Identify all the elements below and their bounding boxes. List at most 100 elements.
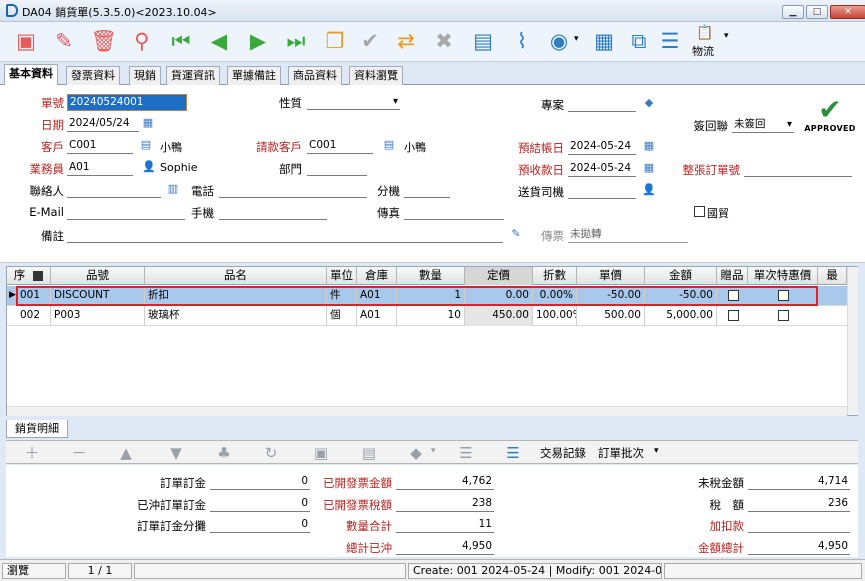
add-row-icon[interactable]: ＋ xyxy=(22,443,42,463)
gift-checkbox[interactable] xyxy=(728,310,739,321)
cell-unit: 個 xyxy=(327,306,357,326)
paste-icon[interactable]: ▤ xyxy=(359,443,379,463)
tab-sales-detail[interactable]: 銷貨明細 xyxy=(6,420,68,438)
attachment-icon[interactable]: ⌇ xyxy=(508,27,536,55)
header-qty[interactable]: 數量 xyxy=(397,267,465,285)
new-document-icon[interactable]: ▣ xyxy=(12,27,40,55)
header-seq[interactable]: 序 xyxy=(7,267,51,285)
salesperson-code-field[interactable]: A01 xyxy=(67,160,133,176)
department-field[interactable] xyxy=(307,160,367,176)
cancel-x-icon[interactable]: ✖ xyxy=(430,27,458,55)
collect-calendar-icon[interactable]: ▦ xyxy=(642,161,656,175)
tab-document-notes[interactable]: 單據備註 xyxy=(227,66,281,85)
tab-shipping[interactable]: 貨運資訊 xyxy=(166,66,220,85)
tab-cash-sale[interactable]: 現銷 xyxy=(129,66,161,85)
order-no-field[interactable]: 20240524001 xyxy=(67,94,187,111)
header-max[interactable]: 最 xyxy=(818,267,847,285)
horizontal-scrollbar[interactable] xyxy=(7,406,847,416)
main-tabs: 基本資料 發票資料 現銷 貨運資訊 單據備註 商品資料 資料瀏覽 xyxy=(0,64,865,86)
tab-invoice[interactable]: 發票資料 xyxy=(66,66,120,85)
edit-pencil-icon[interactable]: ✎ xyxy=(50,27,78,55)
tab-browse[interactable]: 資料瀏覽 xyxy=(349,66,403,85)
previous-record-icon[interactable]: ◀ xyxy=(205,27,233,55)
header-warehouse[interactable]: 倉庫 xyxy=(357,267,397,285)
header-unit-price[interactable]: 單價 xyxy=(577,267,645,285)
history-list-icon[interactable]: ☰ xyxy=(503,443,523,463)
calendar-icon[interactable]: ▦ xyxy=(141,116,155,130)
maximize-button[interactable]: □ xyxy=(806,5,828,19)
special-price-checkbox[interactable] xyxy=(778,310,789,321)
logistics-button[interactable]: 📋 物流 ▾ xyxy=(692,25,732,59)
mobile-field[interactable] xyxy=(219,204,327,220)
table-row[interactable]: 002 P003 玻璃杯 個 A01 10 450.00 100.00% 500… xyxy=(7,306,847,326)
date-field[interactable]: 2024/05/24 xyxy=(67,116,139,132)
remove-row-icon[interactable]: － xyxy=(69,443,89,463)
edit-note-icon[interactable]: ✎ xyxy=(509,227,523,241)
header-name[interactable]: 品名 xyxy=(145,267,327,285)
next-record-icon[interactable]: ▶ xyxy=(244,27,272,55)
move-down-icon[interactable]: ▼ xyxy=(166,443,186,463)
view-dropdown-chevron-icon[interactable]: ▾ xyxy=(574,34,579,44)
batch-label[interactable]: 訂單批次 xyxy=(598,445,644,461)
tag-dropdown-icon[interactable]: ▾ xyxy=(431,446,436,456)
driver-person-icon[interactable]: 👤 xyxy=(642,183,656,197)
header-gift[interactable]: 贈品 xyxy=(717,267,748,285)
delete-trash-icon[interactable]: 🗑 xyxy=(90,27,118,55)
header-discount[interactable]: 折數 xyxy=(533,267,577,285)
whole-order-field[interactable] xyxy=(744,161,852,177)
move-up-icon[interactable]: ▲ xyxy=(116,443,136,463)
signback-select[interactable]: 未簽回 xyxy=(732,117,794,133)
flow-diagram-icon[interactable]: ⧉ xyxy=(625,27,653,55)
header-list-price[interactable]: 定價 xyxy=(465,267,533,285)
header-special-price[interactable]: 單次特惠價 xyxy=(748,267,818,285)
domestic-checkbox[interactable] xyxy=(694,206,705,217)
phone-field[interactable] xyxy=(219,182,367,198)
batch-dropdown-icon[interactable]: ▾ xyxy=(654,446,659,456)
person-icon[interactable]: 👤 xyxy=(142,160,156,174)
tab-basic[interactable]: 基本資料 xyxy=(4,64,58,86)
vertical-scrollbar[interactable] xyxy=(847,267,858,415)
search-icon[interactable]: ⚲ xyxy=(128,27,156,55)
confirm-check-icon[interactable]: ✔ xyxy=(356,27,384,55)
list-icon[interactable]: ☰ xyxy=(456,443,476,463)
menu-list-icon[interactable]: ☰ xyxy=(656,27,684,55)
project-field[interactable] xyxy=(568,96,636,112)
status-bar: 瀏覽 1 / 1 Create: 001 2024-05-24 | Modify… xyxy=(0,559,865,581)
customer-code-field[interactable]: C001 xyxy=(67,138,133,154)
transfer-icon[interactable]: ⇄ xyxy=(392,27,420,55)
view-eye-icon[interactable]: ◉ xyxy=(545,27,573,55)
customer-card-icon[interactable]: ▤ xyxy=(139,138,153,152)
contact-field[interactable] xyxy=(67,182,161,198)
fax-field[interactable] xyxy=(404,204,504,220)
collect-date-field[interactable]: 2024-05-24 xyxy=(568,161,636,177)
close-button[interactable]: ✕ xyxy=(830,5,865,19)
settle-calendar-icon[interactable]: ▦ xyxy=(642,139,656,153)
copy-icon[interactable]: ❐ xyxy=(321,27,349,55)
header-amount[interactable]: 金額 xyxy=(645,267,717,285)
history-label[interactable]: 交易記錄 xyxy=(540,445,586,461)
billing-customer-code-field[interactable]: C001 xyxy=(307,138,373,154)
header-unit[interactable]: 單位 xyxy=(327,267,357,285)
rotate-icon[interactable]: ↻ xyxy=(261,443,281,463)
contact-clipboard-icon[interactable]: ▥ xyxy=(166,182,180,196)
tab-product[interactable]: 商品資料 xyxy=(288,66,342,85)
delivery-driver-field[interactable] xyxy=(568,183,636,199)
email-field[interactable] xyxy=(67,204,185,220)
first-record-icon[interactable]: ⏮ xyxy=(167,27,195,55)
header-code[interactable]: 品號 xyxy=(51,267,145,285)
delivery-driver-label: 送貨司機 xyxy=(518,185,564,199)
ext-field[interactable] xyxy=(404,182,450,198)
note-field[interactable] xyxy=(67,227,503,243)
billing-card-icon[interactable]: ▤ xyxy=(382,138,396,152)
tag-tool-icon[interactable]: ◆ xyxy=(406,443,426,463)
book-icon[interactable]: ▤ xyxy=(469,27,497,55)
settle-date-field[interactable]: 2024-05-24 xyxy=(568,139,636,155)
tag-icon[interactable]: ◆ xyxy=(642,96,656,110)
print-icon[interactable]: ▣ xyxy=(311,443,331,463)
qty-total-label: 數量合計 xyxy=(346,519,392,533)
last-record-icon[interactable]: ⏭ xyxy=(282,27,310,55)
minimize-button[interactable]: ▁ xyxy=(782,5,804,19)
nature-select[interactable] xyxy=(307,94,400,110)
export-xls-icon[interactable]: ▦ xyxy=(590,27,618,55)
hierarchy-icon[interactable]: ♣ xyxy=(214,443,234,463)
